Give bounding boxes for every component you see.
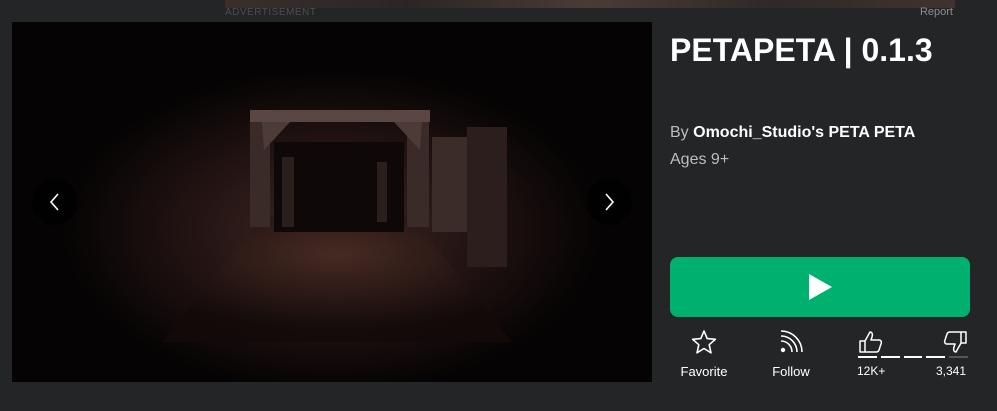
play-icon (809, 274, 832, 300)
favorite-button[interactable]: Favorite (664, 329, 744, 379)
play-button[interactable] (670, 257, 970, 317)
vote-bar-segment (949, 356, 968, 358)
carousel-prev-button[interactable] (32, 179, 78, 225)
vote-bar-segment (903, 356, 923, 358)
vote-ratio-bar (858, 356, 968, 360)
rss-icon (780, 330, 803, 353)
advertisement-banner[interactable] (225, 0, 955, 8)
upvote-count: 12K+ (857, 364, 886, 378)
game-title: PETAPETA | 0.1.3 (670, 32, 933, 68)
vote-bar-segment (880, 356, 900, 358)
creator-link[interactable]: Omochi_Studio's PETA PETA (693, 124, 915, 141)
thumbs-down-icon (943, 331, 967, 353)
game-screenshot (12, 22, 652, 382)
advertisement-label: ADVERTISEMENT (225, 7, 317, 18)
favorite-label: Favorite (680, 364, 728, 379)
follow-label: Follow (772, 364, 810, 379)
follow-button[interactable]: Follow (751, 329, 831, 379)
vote-bar-segment (926, 356, 946, 358)
thumbs-up-icon (859, 331, 883, 353)
age-rating: Ages 9+ (670, 151, 730, 168)
vote-bar-segment (858, 356, 877, 358)
game-thumbnail-carousel (12, 22, 652, 382)
downvote-count: 3,341 (936, 364, 967, 378)
creator-byline: By Omochi_Studio's PETA PETA (670, 124, 915, 142)
by-prefix: By (670, 124, 689, 141)
upvote-button[interactable] (858, 330, 884, 359)
chevron-left-icon (49, 193, 59, 211)
carousel-next-button[interactable] (586, 179, 632, 225)
report-link[interactable]: Report (920, 6, 953, 18)
downvote-button[interactable] (942, 330, 968, 359)
chevron-right-icon (605, 193, 615, 211)
star-icon (691, 330, 717, 354)
